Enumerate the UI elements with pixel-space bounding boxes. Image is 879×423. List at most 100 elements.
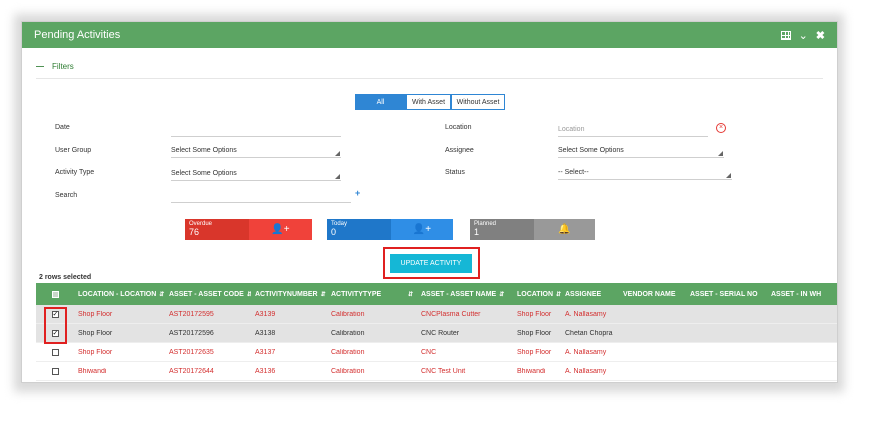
collapse-icon: —: [36, 62, 44, 71]
rows-selected-status: 2 rows selected: [39, 274, 92, 281]
table-row[interactable]: ✓ Shop Floor AST20172596 A3138 Calibrati…: [36, 324, 837, 343]
table-cell: AST20172644: [169, 367, 214, 375]
date-label: Date: [55, 124, 70, 131]
dropdown-arrow-icon: [726, 173, 731, 178]
table-cell: Bhiwandi: [78, 367, 107, 375]
user-group-select[interactable]: Select Some Options: [171, 144, 341, 158]
table-cell: A. Nallasamy: [565, 348, 607, 356]
assignee-label: Assignee: [445, 147, 474, 154]
dropdown-arrow-icon: [718, 151, 723, 156]
checkbox-highlight-box: [44, 307, 67, 344]
assignee-select[interactable]: Select Some Options: [558, 144, 724, 158]
window-title: Pending Activities: [34, 29, 121, 41]
table-cell: CNC Test Unit: [421, 367, 466, 375]
overdue-card-text: Overdue 76: [185, 219, 249, 240]
table-cell: A3139: [255, 310, 276, 318]
table-cell: Chetan Chopra: [565, 329, 613, 337]
table-cell: Bhiwandi: [517, 367, 546, 375]
planned-card[interactable]: Planned 1 🔔: [470, 219, 595, 240]
search-label: Search: [55, 192, 78, 199]
add-user-icon: 👤+: [249, 219, 312, 240]
divider: [36, 78, 823, 79]
activities-table: LOCATION - LOCATION⇵ ASSET - ASSET CODE⇵…: [36, 283, 837, 381]
table-cell: A3136: [255, 367, 276, 375]
row-checkbox[interactable]: [36, 348, 74, 356]
column-header[interactable]: ACTIVITYNUMBER ⇵: [251, 291, 327, 298]
table-cell: AST20172635: [169, 348, 214, 356]
status-value: -- Select--: [558, 169, 589, 176]
table-cell: Calibration: [331, 348, 365, 356]
table-cell: Shop Floor: [78, 329, 113, 337]
filters-label: Filters: [52, 62, 74, 71]
column-header[interactable]: ASSET - ASSET NAME ⇵: [417, 291, 513, 298]
column-header[interactable]: ASSET - IN WH: [767, 291, 837, 298]
today-card[interactable]: Today 0 👤+: [327, 219, 453, 240]
table-cell: Shop Floor: [517, 329, 552, 337]
table-cell: CNCPlasma Cutter: [421, 310, 481, 318]
row-checkbox[interactable]: [36, 367, 74, 375]
filters-toggle[interactable]: — Filters: [36, 62, 74, 71]
dropdown-arrow-icon: [335, 174, 340, 179]
table-cell: Shop Floor: [517, 310, 552, 318]
tab-with-asset[interactable]: With Asset: [406, 94, 451, 110]
select-all-checkbox[interactable]: [36, 290, 74, 298]
tab-without-asset[interactable]: Without Asset: [451, 94, 505, 110]
status-label: Status: [445, 169, 465, 176]
table-row[interactable]: Shop Floor AST20172635 A3137 Calibration…: [36, 343, 837, 362]
column-header[interactable]: LOCATION - LOCATION ⇵: [74, 291, 165, 298]
activity-type-select[interactable]: Select Some Options: [171, 167, 341, 181]
chevron-down-icon[interactable]: ⌄: [799, 29, 808, 42]
table-cell: Calibration: [331, 367, 365, 375]
asset-scope-tabs: All With Asset Without Asset: [355, 94, 505, 110]
user-group-label: User Group: [55, 147, 92, 154]
today-card-text: Today 0: [327, 219, 391, 240]
status-select[interactable]: -- Select--: [558, 166, 732, 180]
table-cell: AST20172595: [169, 310, 214, 318]
grid-view-icon[interactable]: [780, 30, 791, 40]
pending-activities-window: Pending Activities ⌄ ✖ — Filters All Wit…: [21, 21, 838, 383]
update-activity-button[interactable]: UPDATE ACTIVITY: [390, 254, 472, 273]
table-cell: Shop Floor: [78, 348, 113, 356]
planned-count: 1: [474, 227, 480, 237]
location-input[interactable]: Location: [558, 123, 708, 137]
table-cell: A3138: [255, 329, 276, 337]
activity-type-value: Select Some Options: [171, 170, 237, 177]
title-bar: Pending Activities ⌄ ✖: [22, 22, 837, 48]
table-row[interactable]: Bhiwandi AST20172644 A3136 Calibration C…: [36, 362, 837, 381]
table-cell: Shop Floor: [517, 348, 552, 356]
date-field[interactable]: [171, 123, 341, 137]
column-header[interactable]: ASSIGNEE: [561, 291, 619, 298]
table-cell: Calibration: [331, 329, 365, 337]
clear-icon[interactable]: ×: [716, 123, 726, 133]
today-count: 0: [331, 227, 337, 237]
table-cell: A3137: [255, 348, 276, 356]
activity-type-label: Activity Type: [55, 169, 95, 176]
table-row[interactable]: ✓ Shop Floor AST20172595 A3139 Calibrati…: [36, 305, 837, 324]
assignee-value: Select Some Options: [558, 147, 624, 154]
table-cell: Calibration: [331, 310, 365, 318]
table-header: LOCATION - LOCATION⇵ ASSET - ASSET CODE⇵…: [36, 283, 837, 305]
overdue-count: 76: [189, 227, 200, 237]
column-header[interactable]: ACTIVITYTYPE ⇵: [327, 291, 417, 298]
table-cell: A. Nallasamy: [565, 310, 607, 318]
table-cell: A. Nallasamy: [565, 367, 607, 375]
dropdown-arrow-icon: [335, 151, 340, 156]
table-cell: AST20172596: [169, 329, 214, 337]
location-placeholder: Location: [558, 126, 585, 133]
table-cell: CNC: [421, 348, 437, 356]
column-header[interactable]: LOCATION ⇵: [513, 291, 561, 298]
column-header[interactable]: ASSET - ASSET CODE⇵: [165, 291, 251, 298]
tab-all[interactable]: All: [355, 94, 406, 110]
table-cell: Shop Floor: [78, 310, 113, 318]
column-header[interactable]: VENDOR NAME: [619, 291, 686, 298]
plus-icon[interactable]: +: [355, 188, 360, 198]
overdue-card[interactable]: Overdue 76 👤+: [185, 219, 312, 240]
table-cell: CNC Router: [421, 329, 460, 337]
location-label: Location: [445, 124, 472, 131]
planned-card-text: Planned 1: [470, 219, 534, 240]
close-icon[interactable]: ✖: [816, 29, 825, 42]
search-input[interactable]: [171, 189, 351, 203]
user-group-value: Select Some Options: [171, 147, 237, 154]
bell-icon: 🔔: [534, 219, 595, 240]
column-header[interactable]: ASSET - SERIAL NO: [686, 291, 767, 298]
